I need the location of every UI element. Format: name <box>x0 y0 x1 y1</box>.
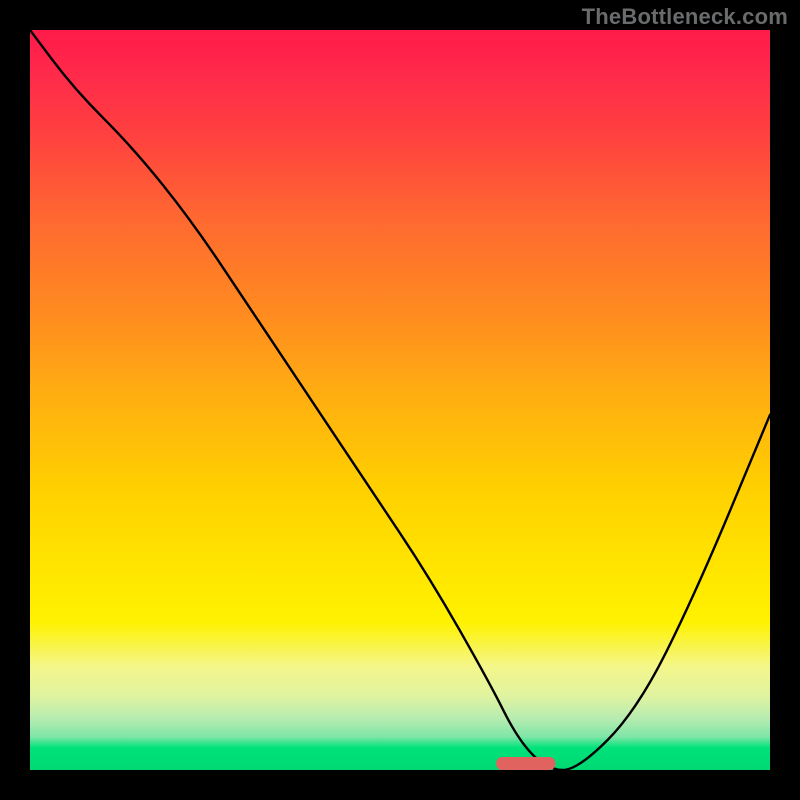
optimum-marker <box>496 757 555 770</box>
plot-area <box>30 30 770 770</box>
chart-frame: TheBottleneck.com <box>0 0 800 800</box>
curve-layer <box>30 30 770 770</box>
bottleneck-curve <box>30 30 770 770</box>
watermark-text: TheBottleneck.com <box>582 4 788 30</box>
